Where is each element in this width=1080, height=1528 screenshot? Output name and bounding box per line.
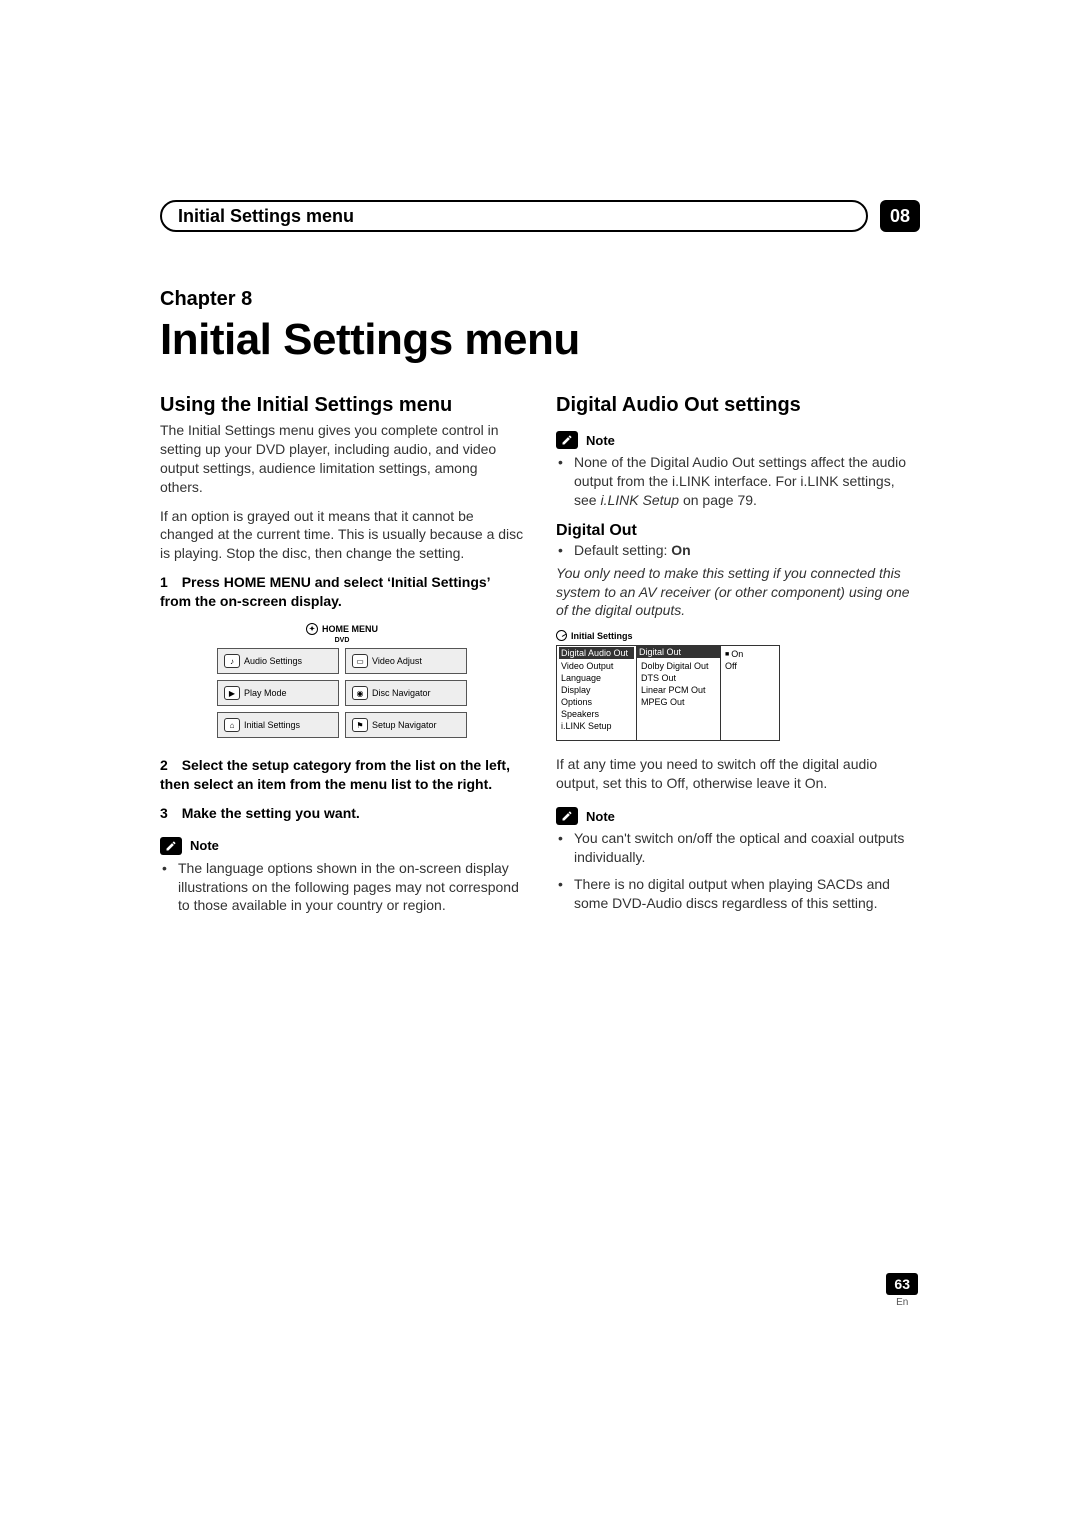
note-header-left: Note xyxy=(160,837,524,855)
step-1-number: 1 xyxy=(160,574,168,590)
step-3: 3 Make the setting you want. xyxy=(160,804,524,823)
note-text-b: on page 79. xyxy=(679,492,757,508)
chapter-number: 08 xyxy=(890,206,910,227)
osd-cat-item: Display xyxy=(561,684,632,696)
home-menu-figure: ✦ HOME MENU DVD ♪ Audio Settings ▭ Video A… xyxy=(217,623,467,738)
default-setting: Default setting: On xyxy=(556,542,920,558)
note-text-italic: i.LINK Setup xyxy=(600,492,679,508)
intro-paragraph-1: The Initial Settings menu gives you comp… xyxy=(160,421,524,497)
step-1: 1 Press HOME MENU and select ‘Initial Se… xyxy=(160,573,524,611)
note-label: Note xyxy=(190,838,219,853)
note-bullet-right-2a: You can't switch on/off the optical and … xyxy=(556,829,920,867)
note-bullet-right-1: None of the Digital Audio Out settings a… xyxy=(556,453,920,510)
page-language: En xyxy=(886,1297,918,1308)
hm-label: Setup Navigator xyxy=(372,720,437,730)
osd-item: DTS Out xyxy=(641,672,716,684)
step-3-text: Make the setting you want. xyxy=(182,805,360,821)
hm-play-mode: ▶ Play Mode xyxy=(217,680,339,706)
osd-item-list: Digital Out Dolby Digital Out DTS Out Li… xyxy=(636,645,720,741)
osd-title: Initial Settings xyxy=(556,630,920,641)
page-number: 63 En xyxy=(886,1273,918,1308)
osd-item: Digital Out xyxy=(637,646,720,658)
intro-paragraph-2: If an option is grayed out it means that… xyxy=(160,507,524,564)
osd-cat-item: Options xyxy=(561,696,632,708)
osd-item: Dolby Digital Out xyxy=(641,660,716,672)
setup-navigator-icon: ⚑ xyxy=(352,718,368,732)
home-menu-subtitle: DVD xyxy=(217,637,467,644)
osd-cat-item: Speakers xyxy=(561,708,632,720)
section-heading-using: Using the Initial Settings menu xyxy=(160,393,524,417)
pencil-icon xyxy=(160,837,182,855)
note-header-right-2: Note xyxy=(556,807,920,825)
settings-icon xyxy=(556,630,567,641)
home-menu-title: ✦ HOME MENU xyxy=(217,623,467,635)
hm-video-adjust: ▭ Video Adjust xyxy=(345,648,467,674)
default-setting-value: On xyxy=(671,542,690,558)
two-column-layout: Using the Initial Settings menu The Init… xyxy=(160,393,920,923)
manual-page: Initial Settings menu 08 Chapter 8 Initi… xyxy=(0,0,1080,983)
page-number-value: 63 xyxy=(886,1273,918,1295)
chapter-title: Initial Settings menu xyxy=(160,315,920,365)
chapter-label: Chapter 8 xyxy=(160,288,920,311)
video-adjust-icon: ▭ xyxy=(352,654,368,668)
pencil-icon xyxy=(556,807,578,825)
osd-item: MPEG Out xyxy=(641,696,716,708)
step-2-text: Select the setup category from the list … xyxy=(160,757,510,792)
osd-columns: Digital Audio Out Video Output Language … xyxy=(556,645,920,741)
section-heading-dao: Digital Audio Out settings xyxy=(556,393,920,417)
left-column: Using the Initial Settings menu The Init… xyxy=(160,393,524,923)
osd-title-text: Initial Settings xyxy=(571,631,633,641)
osd-item: Linear PCM Out xyxy=(641,684,716,696)
hm-disc-navigator: ◉ Disc Navigator xyxy=(345,680,467,706)
play-mode-icon: ▶ xyxy=(224,686,240,700)
osd-category-list: Digital Audio Out Video Output Language … xyxy=(556,645,636,741)
initial-settings-icon: ⌂ xyxy=(224,718,240,732)
pencil-icon xyxy=(556,431,578,449)
osd-value-list: On Off xyxy=(720,645,780,741)
note-label: Note xyxy=(586,433,615,448)
osd-cat-item: i.LINK Setup xyxy=(561,720,632,732)
hm-setup-navigator: ⚑ Setup Navigator xyxy=(345,712,467,738)
digital-out-italic: You only need to make this setting if yo… xyxy=(556,564,920,621)
osd-value-off: Off xyxy=(725,660,775,672)
osd-cat-item: Video Output xyxy=(561,660,632,672)
note-bullet-right-2b: There is no digital output when playing … xyxy=(556,875,920,913)
default-setting-label: Default setting: xyxy=(574,542,671,558)
home-menu-title-text: HOME MENU xyxy=(322,624,378,634)
note-header-right-1: Note xyxy=(556,431,920,449)
hm-label: Initial Settings xyxy=(244,720,300,730)
step-1-text: Press HOME MENU and select ‘Initial Sett… xyxy=(160,574,490,609)
chapter-number-badge: 08 xyxy=(880,200,920,232)
hm-label: Disc Navigator xyxy=(372,688,431,698)
page-header: Initial Settings menu 08 xyxy=(160,200,920,232)
osd-figure: Initial Settings Digital Audio Out Video… xyxy=(556,630,920,741)
home-menu-icon: ✦ xyxy=(306,623,318,635)
audio-settings-icon: ♪ xyxy=(224,654,240,668)
osd-cat-item: Digital Audio Out xyxy=(559,647,634,659)
breadcrumb-text: Initial Settings menu xyxy=(178,206,354,227)
step-2-number: 2 xyxy=(160,757,168,773)
hm-label: Audio Settings xyxy=(244,656,302,666)
osd-value-on: On xyxy=(725,648,775,660)
note-label: Note xyxy=(586,809,615,824)
home-menu-grid: ♪ Audio Settings ▭ Video Adjust ▶ Play Mode… xyxy=(217,648,467,738)
step-2: 2 Select the setup category from the lis… xyxy=(160,756,524,794)
note-bullet-left: The language options shown in the on-scr… xyxy=(160,859,524,916)
right-column: Digital Audio Out settings Note None of … xyxy=(556,393,920,923)
step-3-number: 3 xyxy=(160,805,168,821)
disc-navigator-icon: ◉ xyxy=(352,686,368,700)
osd-cat-item: Language xyxy=(561,672,632,684)
digital-out-paragraph: If at any time you need to switch off th… xyxy=(556,755,920,793)
hm-label: Play Mode xyxy=(244,688,287,698)
subheading-digital-out: Digital Out xyxy=(556,522,920,540)
hm-initial-settings: ⌂ Initial Settings xyxy=(217,712,339,738)
hm-audio-settings: ♪ Audio Settings xyxy=(217,648,339,674)
breadcrumb: Initial Settings menu xyxy=(160,200,868,232)
hm-label: Video Adjust xyxy=(372,656,422,666)
